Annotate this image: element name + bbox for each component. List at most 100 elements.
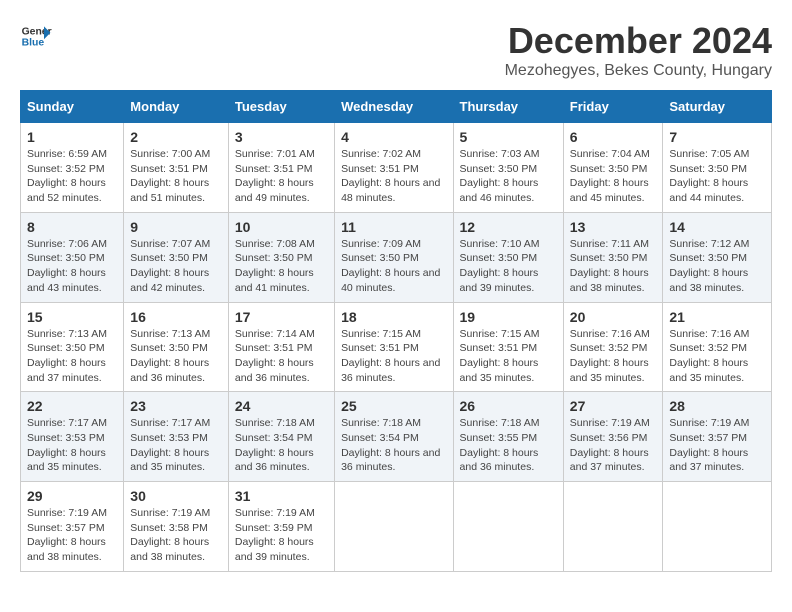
day-detail: Sunrise: 7:11 AMSunset: 3:50 PMDaylight:… xyxy=(570,238,649,294)
day-number: 7 xyxy=(669,129,765,145)
day-cell: 6 Sunrise: 7:04 AMSunset: 3:50 PMDaylight… xyxy=(563,123,663,213)
day-cell: 1 Sunrise: 6:59 AMSunset: 3:52 PMDaylight… xyxy=(21,123,124,213)
day-cell: 29 Sunrise: 7:19 AMSunset: 3:57 PMDayligh… xyxy=(21,482,124,572)
day-cell: 25 Sunrise: 7:18 AMSunset: 3:54 PMDayligh… xyxy=(335,392,453,482)
day-number: 16 xyxy=(130,309,222,325)
day-number: 24 xyxy=(235,398,328,414)
day-number: 15 xyxy=(27,309,117,325)
day-cell: 30Sunrise: 7:19 AMSunset: 3:58 PMDayligh… xyxy=(124,482,229,572)
day-number: 1 xyxy=(27,129,117,145)
day-cell: 7 Sunrise: 7:05 AMSunset: 3:50 PMDaylight… xyxy=(663,123,772,213)
day-cell: 28 Sunrise: 7:19 AMSunset: 3:57 PMDayligh… xyxy=(663,392,772,482)
day-cell xyxy=(453,482,563,572)
day-cell: 22 Sunrise: 7:17 AMSunset: 3:53 PMDayligh… xyxy=(21,392,124,482)
day-number: 29 xyxy=(27,488,117,504)
day-detail: Sunrise: 7:19 AMSunset: 3:56 PMDaylight:… xyxy=(570,417,650,473)
day-number: 11 xyxy=(341,219,446,235)
day-number: 12 xyxy=(460,219,557,235)
day-cell: 17 Sunrise: 7:14 AMSunset: 3:51 PMDayligh… xyxy=(228,302,334,392)
day-detail: Sunrise: 7:17 AMSunset: 3:53 PMDaylight:… xyxy=(27,417,107,473)
day-detail: Sunrise: 7:14 AMSunset: 3:51 PMDaylight:… xyxy=(235,328,315,384)
day-number: 18 xyxy=(341,309,446,325)
day-detail: Sunrise: 7:12 AMSunset: 3:50 PMDaylight:… xyxy=(669,238,749,294)
day-number: 30 xyxy=(130,488,222,504)
day-cell: 14 Sunrise: 7:12 AMSunset: 3:50 PMDayligh… xyxy=(663,212,772,302)
day-number: 13 xyxy=(570,219,657,235)
day-detail: Sunrise: 7:01 AMSunset: 3:51 PMDaylight:… xyxy=(235,148,315,204)
col-header-friday: Friday xyxy=(563,91,663,123)
day-number: 5 xyxy=(460,129,557,145)
day-detail: Sunrise: 7:18 AMSunset: 3:54 PMDaylight:… xyxy=(235,417,315,473)
col-header-wednesday: Wednesday xyxy=(335,91,453,123)
day-cell: 23Sunrise: 7:17 AMSunset: 3:53 PMDayligh… xyxy=(124,392,229,482)
day-number: 2 xyxy=(130,129,222,145)
day-number: 27 xyxy=(570,398,657,414)
day-number: 25 xyxy=(341,398,446,414)
day-detail: Sunrise: 7:16 AMSunset: 3:52 PMDaylight:… xyxy=(669,328,749,384)
day-cell: 26 Sunrise: 7:18 AMSunset: 3:55 PMDayligh… xyxy=(453,392,563,482)
day-detail: Sunrise: 7:15 AMSunset: 3:51 PMDaylight:… xyxy=(341,328,440,384)
day-number: 20 xyxy=(570,309,657,325)
day-detail: Sunrise: 7:09 AMSunset: 3:50 PMDaylight:… xyxy=(341,238,440,294)
day-cell xyxy=(663,482,772,572)
day-cell: 21 Sunrise: 7:16 AMSunset: 3:52 PMDayligh… xyxy=(663,302,772,392)
day-number: 31 xyxy=(235,488,328,504)
day-number: 6 xyxy=(570,129,657,145)
col-header-sunday: Sunday xyxy=(21,91,124,123)
header: General Blue December 2024 Mezohegyes, B… xyxy=(20,20,772,80)
header-row: SundayMondayTuesdayWednesdayThursdayFrid… xyxy=(21,91,772,123)
day-detail: Sunrise: 7:07 AMSunset: 3:50 PMDaylight:… xyxy=(130,238,210,294)
day-number: 10 xyxy=(235,219,328,235)
day-cell: 18 Sunrise: 7:15 AMSunset: 3:51 PMDayligh… xyxy=(335,302,453,392)
day-detail: Sunrise: 7:18 AMSunset: 3:54 PMDaylight:… xyxy=(341,417,440,473)
day-cell: 9 Sunrise: 7:07 AMSunset: 3:50 PMDaylight… xyxy=(124,212,229,302)
day-number: 3 xyxy=(235,129,328,145)
day-cell xyxy=(563,482,663,572)
day-detail: Sunrise: 7:05 AMSunset: 3:50 PMDaylight:… xyxy=(669,148,749,204)
day-number: 17 xyxy=(235,309,328,325)
subtitle: Mezohegyes, Bekes County, Hungary xyxy=(505,62,772,80)
day-detail: Sunrise: 7:04 AMSunset: 3:50 PMDaylight:… xyxy=(570,148,650,204)
col-header-thursday: Thursday xyxy=(453,91,563,123)
day-detail: Sunrise: 7:13 AMSunset: 3:50 PMDaylight:… xyxy=(130,328,210,384)
day-number: 8 xyxy=(27,219,117,235)
day-cell: 12 Sunrise: 7:10 AMSunset: 3:50 PMDayligh… xyxy=(453,212,563,302)
day-number: 14 xyxy=(669,219,765,235)
day-detail: Sunrise: 7:19 AMSunset: 3:57 PMDaylight:… xyxy=(27,507,107,563)
title-area: December 2024 Mezohegyes, Bekes County, … xyxy=(505,20,772,80)
day-cell: 15Sunrise: 7:13 AMSunset: 3:50 PMDayligh… xyxy=(21,302,124,392)
col-header-tuesday: Tuesday xyxy=(228,91,334,123)
day-detail: Sunrise: 7:19 AMSunset: 3:57 PMDaylight:… xyxy=(669,417,749,473)
day-number: 21 xyxy=(669,309,765,325)
day-cell: 10 Sunrise: 7:08 AMSunset: 3:50 PMDayligh… xyxy=(228,212,334,302)
day-detail: Sunrise: 6:59 AMSunset: 3:52 PMDaylight:… xyxy=(27,148,107,204)
day-detail: Sunrise: 7:08 AMSunset: 3:50 PMDaylight:… xyxy=(235,238,315,294)
day-cell: 4Sunrise: 7:02 AMSunset: 3:51 PMDaylight… xyxy=(335,123,453,213)
day-cell: 8Sunrise: 7:06 AMSunset: 3:50 PMDaylight… xyxy=(21,212,124,302)
day-cell: 20 Sunrise: 7:16 AMSunset: 3:52 PMDayligh… xyxy=(563,302,663,392)
col-header-monday: Monday xyxy=(124,91,229,123)
week-row: 15 Sunrise: 7:13 AMSunset: 3:50 PMDayligh… xyxy=(21,302,772,392)
week-row: 8Sunrise: 7:06 AMSunset: 3:50 PMDaylight… xyxy=(21,212,772,302)
main-title: December 2024 xyxy=(505,20,772,62)
day-cell: 16 Sunrise: 7:13 AMSunset: 3:50 PMDayligh… xyxy=(124,302,229,392)
day-cell: 5Sunrise: 7:03 AMSunset: 3:50 PMDaylight… xyxy=(453,123,563,213)
day-cell: 2Sunrise: 7:00 AMSunset: 3:51 PMDaylight… xyxy=(124,123,229,213)
day-detail: Sunrise: 7:10 AMSunset: 3:50 PMDaylight:… xyxy=(460,238,540,294)
day-cell: 31 Sunrise: 7:19 AMSunset: 3:59 PMDayligh… xyxy=(228,482,334,572)
day-detail: Sunrise: 7:19 AMSunset: 3:59 PMDaylight:… xyxy=(235,507,315,563)
week-row: 1 Sunrise: 6:59 AMSunset: 3:52 PMDaylight… xyxy=(21,123,772,213)
day-number: 23 xyxy=(130,398,222,414)
day-number: 9 xyxy=(130,219,222,235)
day-number: 26 xyxy=(460,398,557,414)
day-number: 22 xyxy=(27,398,117,414)
week-row: 22 Sunrise: 7:17 AMSunset: 3:53 PMDayligh… xyxy=(21,392,772,482)
day-number: 4 xyxy=(341,129,446,145)
day-cell: 24 Sunrise: 7:18 AMSunset: 3:54 PMDayligh… xyxy=(228,392,334,482)
day-cell: 13 Sunrise: 7:11 AMSunset: 3:50 PMDayligh… xyxy=(563,212,663,302)
day-number: 28 xyxy=(669,398,765,414)
week-row: 29 Sunrise: 7:19 AMSunset: 3:57 PMDayligh… xyxy=(21,482,772,572)
day-detail: Sunrise: 7:16 AMSunset: 3:52 PMDaylight:… xyxy=(570,328,650,384)
day-detail: Sunrise: 7:18 AMSunset: 3:55 PMDaylight:… xyxy=(460,417,540,473)
day-cell xyxy=(335,482,453,572)
